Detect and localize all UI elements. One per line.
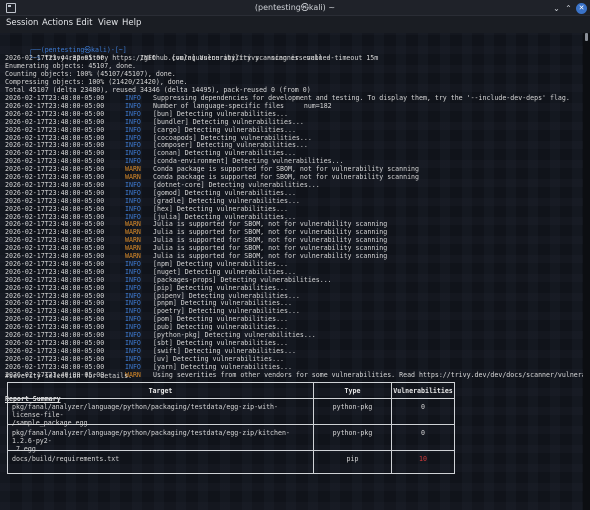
log-timestamp: 2026-02-17T23:48:00-05:00	[5, 180, 105, 189]
scrollbar[interactable]	[583, 33, 590, 510]
minimize-icon[interactable]: ⌄	[551, 3, 562, 14]
log-timestamp: 2026-02-17T23:48:00-05:00	[5, 133, 105, 142]
log-timestamp: 2026-02-17T23:48:00-05:00	[5, 283, 105, 292]
header-type: Type	[314, 383, 392, 398]
terminal-window: (pentesting㉿kali) ~ ⌄ ⌃ ✕ Session Action…	[0, 0, 590, 510]
log-timestamp: 2026-02-17T23:48:00-05:00	[5, 354, 105, 363]
log-timestamp: 2026-02-17T23:48:00-05:00	[5, 196, 105, 205]
log-timestamp: 2026-02-17T23:48:00-05:00	[5, 157, 105, 166]
log-timestamp: 2026-02-17T23:48:00-05:00	[5, 117, 105, 126]
window-title: (pentesting㉿kali) ~	[254, 3, 336, 12]
log-timestamp: 2026-02-17T23:48:00-05:00	[5, 323, 105, 332]
log-timestamp: 2026-02-17T23:48:00-05:00	[5, 125, 105, 134]
log-timestamp: 2026-02-17T23:48:00-05:00	[5, 173, 105, 181]
log-timestamp: 2026-02-17T23:48:00-05:00	[5, 165, 105, 174]
log-timestamp: 2026-02-17T23:48:00-05:00	[5, 338, 105, 347]
table-row: docs/build/requirements.txt pip 10	[8, 451, 454, 473]
log-timestamp: 2026-02-17T23:48:00-05:00	[5, 212, 105, 221]
log-timestamp: 2026-02-17T23:48:00-05:00	[5, 204, 105, 213]
menu-session[interactable]: Session	[6, 18, 38, 28]
menu-help[interactable]: Help	[122, 18, 141, 28]
log-timestamp: 2026-02-17T23:48:00-05:00	[5, 267, 105, 276]
log-timestamp: 2026-02-17T23:48:00-05:00	[5, 228, 105, 237]
log-timestamp: 2026-02-17T23:48:00-05:00	[5, 141, 105, 150]
table-row: pkg/fanal/analyzer/language/python/packa…	[8, 399, 454, 427]
prompt-line-1: ┌──(pentesting㉿kali)-[~]	[5, 39, 127, 54]
log-timestamp: 2026-02-17T23:48:00-05:00	[5, 252, 105, 260]
title-bar[interactable]: (pentesting㉿kali) ~ ⌄ ⌃ ✕	[0, 0, 590, 16]
close-icon[interactable]: ✕	[576, 3, 587, 14]
log-timestamp: 2026-02-17T23:48:00-05:00	[5, 149, 105, 158]
log-timestamp: 2026-02-17T23:48:00-05:00	[5, 291, 105, 300]
wrap-line: #severity-selection for details.	[5, 372, 133, 380]
log-timestamp: 2026-02-17T23:48:00-05:00	[5, 259, 105, 268]
log-timestamp: 2026-02-17T23:48:00-05:00	[5, 236, 105, 245]
header-target: Target	[8, 383, 314, 398]
row-vulns: 0	[421, 429, 425, 437]
log-message: Using severities from other vendors for …	[153, 370, 583, 379]
row-type: python-pkg	[314, 399, 392, 424]
row-vulns: 10	[419, 455, 427, 463]
target-line: pkg/fanal/analyzer/language/python/packa…	[12, 429, 290, 445]
target-line: docs/build/requirements.txt	[12, 455, 120, 463]
table-header: Target Type Vulnerabilities	[8, 383, 454, 399]
table-row: pkg/fanal/analyzer/language/python/packa…	[8, 425, 454, 453]
menu-bar: Session Actions Edit View Help	[0, 16, 590, 33]
row-vulns: 0	[421, 403, 425, 411]
row-type: python-pkg	[314, 425, 392, 450]
log-timestamp: 2026-02-17T23:48:00-05:00	[5, 307, 105, 316]
log-timestamp: 2026-02-17T23:48:00-05:00	[5, 346, 105, 355]
log-timestamp: 2026-02-17T23:48:00-05:00	[5, 299, 105, 308]
maximize-icon[interactable]: ⌃	[563, 3, 574, 14]
row-target: pkg/fanal/analyzer/language/python/packa…	[8, 425, 314, 453]
log-timestamp: 2026-02-17T23:48:00-05:00	[5, 94, 105, 102]
log-timestamp: 2026-02-17T23:48:00-05:00	[5, 275, 105, 284]
log-timestamp: 2026-02-17T23:48:00-05:00	[5, 362, 105, 371]
log-timestamp: 2026-02-17T23:48:00-05:00	[5, 331, 105, 339]
report-table: Target Type Vulnerabilities pkg/fanal/an…	[7, 382, 455, 474]
menu-view[interactable]: View	[98, 18, 118, 28]
menu-actions[interactable]: Actions	[42, 18, 73, 28]
row-target: docs/build/requirements.txt	[8, 451, 314, 473]
log-timestamp: 2026-02-17T23:48:00-05:00	[5, 188, 105, 197]
log-timestamp: 2026-02-17T23:48:00-05:00	[5, 101, 105, 110]
menu-edit[interactable]: Edit	[76, 18, 92, 28]
row-target: pkg/fanal/analyzer/language/python/packa…	[8, 399, 314, 427]
log-timestamp: 2026-02-17T23:48:00-05:00	[5, 109, 105, 118]
log-timestamp: 2026-02-17T23:48:00-05:00	[5, 315, 105, 324]
target-line: pkg/fanal/analyzer/language/python/packa…	[12, 403, 278, 419]
header-vulnerabilities: Vulnerabilities	[393, 387, 453, 395]
scrollbar-thumb[interactable]	[585, 33, 588, 41]
log-timestamp: 2026-02-17T23:48:00-05:00	[5, 244, 105, 253]
log-timestamp: 2026-02-17T23:48:00-05:00	[5, 220, 105, 229]
row-type: pip	[314, 451, 392, 473]
